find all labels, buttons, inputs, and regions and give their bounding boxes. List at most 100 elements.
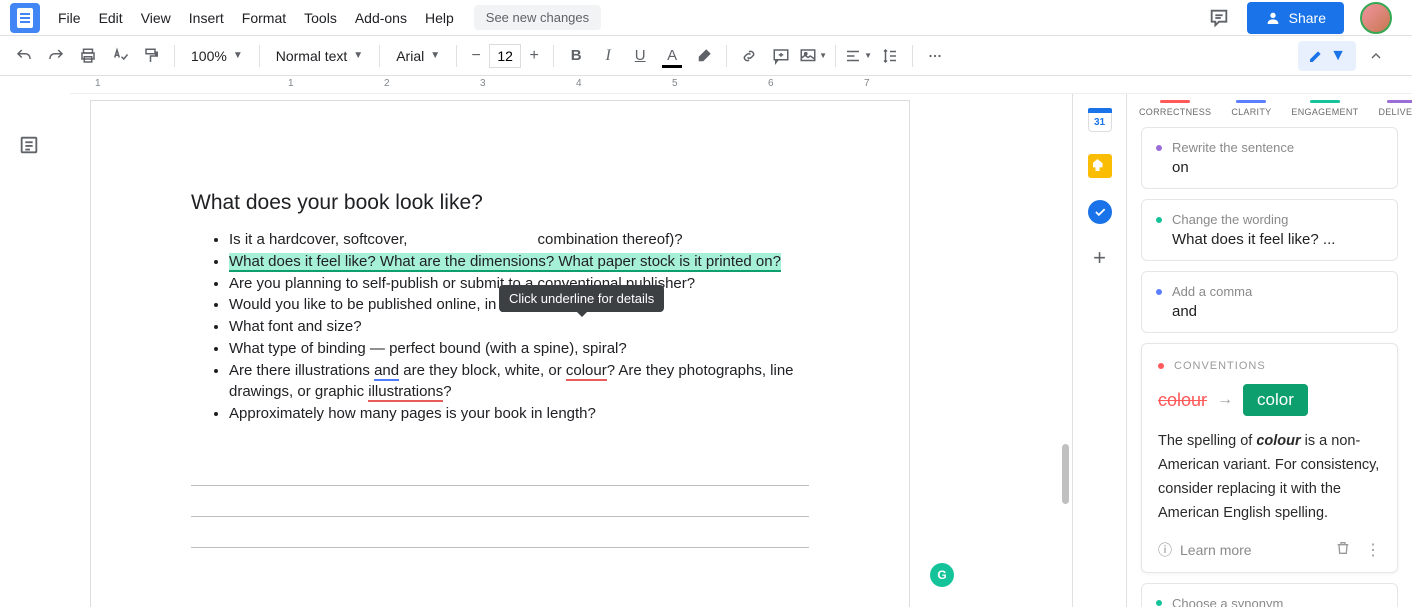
increase-font-button[interactable]: + <box>523 44 545 68</box>
decrease-font-button[interactable]: − <box>465 44 487 68</box>
font-size-input[interactable]: 12 <box>489 44 521 68</box>
horizontal-rule <box>191 485 809 486</box>
suggestion-text: and <box>1172 303 1383 320</box>
suggestion-card-expanded[interactable]: CONVENTIONS colour → color The spelling … <box>1141 343 1398 573</box>
grammar-highlight[interactable]: What does it feel like? What are the dim… <box>229 253 781 272</box>
learn-more-link[interactable]: Learn more <box>1180 542 1252 558</box>
category-dot-icon <box>1156 217 1162 223</box>
text-color-button[interactable]: A <box>658 42 686 70</box>
list-item[interactable]: Is it a hardcover, softcover, or ebook (… <box>229 229 809 251</box>
collapse-toolbar-button[interactable] <box>1364 44 1388 68</box>
see-new-changes-button[interactable]: See new changes <box>474 5 601 30</box>
font-select[interactable]: Arial ▼ <box>388 42 448 70</box>
comments-icon[interactable] <box>1207 6 1231 30</box>
calendar-app-icon[interactable]: 31 <box>1088 108 1112 132</box>
grammar-underline[interactable]: colour <box>566 362 607 381</box>
tooltip: Click underline for details <box>499 285 664 312</box>
paint-format-button[interactable] <box>138 42 166 70</box>
horizontal-rule <box>191 547 809 548</box>
document-outline-button[interactable] <box>18 134 42 158</box>
document-heading[interactable]: What does your book look like? <box>191 191 809 215</box>
insert-link-button[interactable] <box>735 42 763 70</box>
list-item[interactable]: Approximately how many pages is your boo… <box>229 403 809 425</box>
suggestion-card[interactable]: Change the wording What does it feel lik… <box>1141 199 1398 261</box>
pencil-icon <box>1308 48 1324 64</box>
paragraph-style-select[interactable]: Normal text ▼ <box>268 42 371 70</box>
menu-edit[interactable]: Edit <box>91 6 131 30</box>
person-icon <box>1265 10 1281 26</box>
suggestion-title: Change the wording <box>1172 212 1288 227</box>
menu-help[interactable]: Help <box>417 6 462 30</box>
spellcheck-button[interactable] <box>106 42 134 70</box>
bold-button[interactable]: B <box>562 42 590 70</box>
chevron-down-icon: ▼ <box>864 51 872 60</box>
font-value: Arial <box>396 48 424 64</box>
list-item[interactable]: What font and size? <box>229 316 809 338</box>
tab-clarity[interactable]: CLARITY <box>1231 100 1271 117</box>
tab-engagement[interactable]: ENGAGEMENT <box>1291 100 1358 117</box>
redo-button[interactable] <box>42 42 70 70</box>
category-dot-icon <box>1156 600 1162 606</box>
docs-logo-icon[interactable] <box>10 3 40 33</box>
menu-view[interactable]: View <box>133 6 179 30</box>
grammar-underline[interactable]: and <box>374 362 399 381</box>
style-value: Normal text <box>276 48 348 64</box>
highlight-button[interactable] <box>690 42 718 70</box>
suggestion-text: What does it feel like? ... <box>1172 231 1383 248</box>
category-dot-icon <box>1158 363 1164 369</box>
insert-comment-button[interactable] <box>767 42 795 70</box>
toolbar: 100% ▼ Normal text ▼ Arial ▼ − 12 + B I U A… <box>0 36 1412 76</box>
insert-image-button[interactable]: ▼ <box>799 42 827 70</box>
zoom-select[interactable]: 100% ▼ <box>183 42 251 70</box>
suggestion-card[interactable]: Add a comma and <box>1141 271 1398 333</box>
user-avatar[interactable] <box>1360 2 1392 34</box>
document-page[interactable]: What does your book look like? Is it a h… <box>90 100 910 607</box>
underline-button[interactable]: U <box>626 42 654 70</box>
tasks-app-icon[interactable] <box>1088 200 1112 224</box>
original-word: colour <box>1158 390 1207 411</box>
print-button[interactable] <box>74 42 102 70</box>
chevron-down-icon: ▼ <box>353 50 363 61</box>
list-item[interactable]: What type of binding — perfect bound (wi… <box>229 338 809 360</box>
ruler[interactable]: 1 1 2 3 4 5 6 7 <box>70 76 1412 94</box>
category-dot-icon <box>1156 289 1162 295</box>
chevron-down-icon: ▼ <box>233 50 243 61</box>
grammar-underline[interactable]: illustrations <box>368 383 443 402</box>
trash-icon[interactable] <box>1335 540 1351 560</box>
align-button[interactable]: ▼ <box>844 42 872 70</box>
suggestion-text: on <box>1172 159 1383 176</box>
more-tools-button[interactable] <box>921 42 949 70</box>
keep-app-icon[interactable] <box>1088 154 1112 178</box>
apply-suggestion-button[interactable]: color <box>1243 384 1308 416</box>
share-button[interactable]: Share <box>1247 2 1344 34</box>
chevron-down-icon: ▼ <box>430 50 440 61</box>
menu-bar: File Edit View Insert Format Tools Add-o… <box>0 0 1412 36</box>
menu-format[interactable]: Format <box>234 6 294 30</box>
menu-insert[interactable]: Insert <box>181 6 232 30</box>
grammar-panel: CORRECTNESS CLARITY ENGAGEMENT DELIVERY … <box>1126 94 1412 607</box>
line-spacing-button[interactable] <box>876 42 904 70</box>
menu-addons[interactable]: Add-ons <box>347 6 415 30</box>
tab-delivery[interactable]: DELIVERY <box>1378 100 1412 117</box>
list-item[interactable]: Are there illustrations and are they blo… <box>229 360 809 404</box>
scrollbar[interactable] <box>1062 444 1069 504</box>
zoom-value: 100% <box>191 48 227 64</box>
suggestion-card[interactable]: Rewrite the sentence on <box>1141 127 1398 189</box>
undo-button[interactable] <box>10 42 38 70</box>
suggestion-card[interactable]: Choose a synonym illustrations <box>1141 583 1398 607</box>
menu-file[interactable]: File <box>50 6 89 30</box>
add-apps-button[interactable]: + <box>1088 246 1112 270</box>
info-icon: ⓘ <box>1158 540 1172 560</box>
list-item[interactable]: What does it feel like? What are the dim… <box>229 251 809 273</box>
more-options-icon[interactable]: ⋮ <box>1365 540 1381 560</box>
suggestion-title: Rewrite the sentence <box>1172 140 1294 155</box>
side-panel: 31 + <box>1072 94 1126 607</box>
editing-mode-button[interactable]: ▼ <box>1298 41 1356 71</box>
suggestion-title: Add a comma <box>1172 284 1252 299</box>
menu-tools[interactable]: Tools <box>296 6 345 30</box>
italic-button[interactable]: I <box>594 42 622 70</box>
suggestion-explanation: The spelling of colour is a non-American… <box>1158 430 1381 526</box>
share-label: Share <box>1289 10 1326 26</box>
tab-correctness[interactable]: CORRECTNESS <box>1139 100 1211 117</box>
grammarly-icon[interactable]: G <box>930 563 954 587</box>
